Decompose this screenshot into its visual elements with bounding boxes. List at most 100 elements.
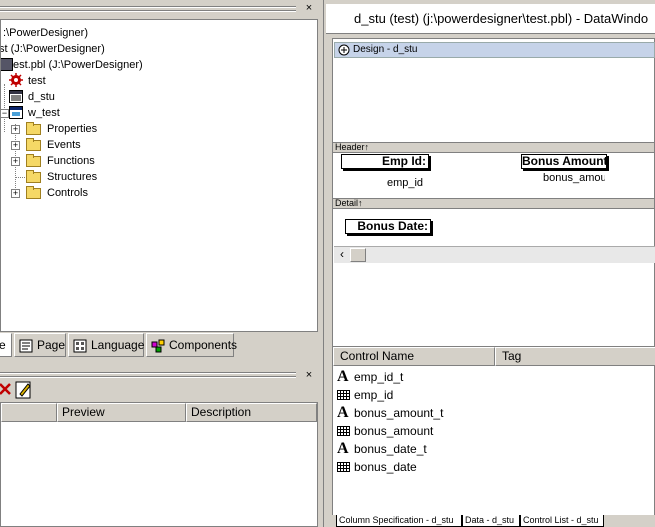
tree-item-functions[interactable]: Functions — [47, 153, 95, 169]
tree-item-label: Functions — [47, 155, 95, 167]
tab-label: Column Specification - d_stu — [339, 515, 454, 525]
column-header-blank[interactable] — [1, 403, 57, 422]
column-header-description[interactable]: Description — [186, 403, 317, 422]
tree-item-label: st (J:\PowerDesigner) — [0, 43, 105, 55]
tree-item-target[interactable]: st (J:\PowerDesigner) — [0, 41, 105, 57]
edit-icon[interactable] — [14, 380, 34, 400]
column-header-control-name[interactable]: Control Name — [333, 347, 495, 366]
painter-tab-strip: Column Specification - d_stu Data - d_st… — [332, 515, 655, 527]
tab-page[interactable]: Page — [14, 333, 66, 357]
column-header-tag[interactable]: Tag — [495, 347, 655, 366]
tree-item-workspace[interactable]: :\PowerDesigner) — [3, 25, 88, 41]
column-header-label: Control Name — [340, 349, 415, 363]
datawindow-icon — [9, 90, 23, 103]
tree-item-d-stu[interactable]: d_stu — [28, 89, 55, 105]
band-label: Header↑ — [335, 142, 370, 152]
back-icon[interactable] — [0, 380, 14, 400]
tab-data[interactable]: Data - d_stu — [462, 515, 520, 527]
library-tree[interactable]: :\PowerDesigner) st (J:\PowerDesigner) t… — [0, 19, 318, 332]
control-row[interactable]: A bonus_amount_t — [337, 404, 443, 422]
expand-icon[interactable]: + — [11, 125, 20, 134]
control-row[interactable]: bonus_amount — [337, 422, 433, 440]
library-icon — [1, 58, 13, 71]
tree-item-label: :\PowerDesigner) — [3, 27, 88, 39]
field-bonus-amount[interactable]: bonus_amou — [543, 172, 605, 185]
column-icon — [337, 426, 350, 436]
tree-item-controls[interactable]: Controls — [47, 185, 88, 201]
text-icon: A — [337, 440, 349, 457]
control-row[interactable]: A emp_id_t — [337, 368, 403, 386]
scroll-thumb[interactable] — [350, 248, 366, 262]
detail-band-bar[interactable]: Detail↑ — [333, 198, 654, 209]
design-view[interactable]: Header↑ Emp Id: Bonus Amount: emp_id bon… — [332, 38, 655, 352]
tree-item-events[interactable]: Events — [47, 137, 81, 153]
painter-title: d_stu (test) (j:\powerdesigner\test.pbl)… — [326, 4, 655, 34]
control-name: bonus_date_t — [354, 442, 427, 456]
control-name: emp_id_t — [354, 370, 404, 384]
tree-item-properties[interactable]: Properties — [47, 121, 97, 137]
tab-language[interactable]: Language — [68, 333, 144, 357]
label-bonus-date[interactable]: Bonus Date: — [345, 219, 431, 234]
control-name: emp_id — [354, 388, 394, 402]
column-header-preview[interactable]: Preview — [57, 403, 186, 422]
label-bonus-amount[interactable]: Bonus Amount: — [521, 154, 607, 169]
tree-item-label: d_stu — [28, 91, 55, 103]
tab-tree[interactable]: e — [0, 333, 12, 357]
column-header-label: Preview — [62, 405, 105, 419]
expand-icon[interactable]: + — [11, 157, 20, 166]
page-icon — [19, 338, 34, 353]
scroll-left-icon[interactable]: ‹ — [335, 248, 349, 262]
control-name: bonus_amount — [354, 424, 434, 438]
design-icon — [338, 44, 350, 56]
folder-icon — [26, 138, 41, 151]
close-icon[interactable]: × — [303, 3, 315, 15]
control-row[interactable]: A bonus_date_t — [337, 440, 427, 458]
folder-icon — [26, 186, 41, 199]
bottom-toolbar — [0, 378, 318, 402]
tree-item-label: w_test — [28, 107, 60, 119]
text-icon: A — [337, 368, 349, 385]
expand-icon[interactable]: + — [11, 189, 20, 198]
application-icon — [9, 73, 23, 87]
header-band-bar[interactable]: Header↑ — [333, 142, 654, 153]
label-emp-id[interactable]: Emp Id: — [341, 154, 429, 169]
tab-label: Language — [91, 338, 145, 352]
control-row[interactable]: emp_id — [337, 386, 393, 404]
panel-grip[interactable] — [0, 10, 296, 12]
column-header-label: Tag — [502, 349, 522, 363]
collapse-icon[interactable]: − — [1, 109, 9, 118]
folder-icon — [26, 154, 41, 167]
text-icon: A — [337, 404, 349, 421]
tree-item-test[interactable]: test — [28, 73, 46, 89]
tree-item-label: Events — [47, 139, 81, 151]
tab-label: e — [0, 338, 6, 352]
panel-grip[interactable] — [0, 372, 296, 374]
folder-icon — [26, 170, 41, 183]
tree-item-label: Controls — [47, 187, 88, 199]
tab-column-specification[interactable]: Column Specification - d_stu — [336, 515, 462, 527]
panel-grip[interactable] — [0, 6, 296, 8]
left-tab-strip: e Page Language Components — [0, 332, 318, 359]
tab-label: Components — [169, 338, 238, 352]
expand-icon[interactable]: + — [11, 141, 20, 150]
preview-list[interactable]: Preview Description — [0, 402, 318, 527]
column-icon — [337, 462, 350, 472]
tree-item-library[interactable]: test.pbl (J:\PowerDesigner) — [10, 57, 143, 73]
field-emp-id[interactable]: emp_id — [385, 177, 425, 190]
tree-item-w-test[interactable]: w_test — [28, 105, 60, 121]
tab-components[interactable]: Components — [146, 333, 238, 357]
tab-control-list[interactable]: Control List - d_stu — [520, 515, 604, 527]
design-caption-bar: Design - d_stu — [334, 42, 655, 58]
language-icon — [73, 338, 88, 353]
tab-label: Data - d_stu — [465, 515, 515, 525]
control-row[interactable]: bonus_date — [337, 458, 417, 476]
tree-item-label: test — [28, 75, 46, 87]
tree-item-label: Structures — [47, 171, 98, 183]
column-icon — [337, 390, 350, 400]
components-icon — [151, 338, 166, 353]
tree-item-structures[interactable]: Structures — [47, 169, 97, 185]
horizontal-scrollbar[interactable]: ‹ — [334, 246, 655, 263]
window-icon — [9, 106, 23, 119]
tree-connector — [15, 177, 25, 178]
control-list[interactable]: Control Name Tag A emp_id_t emp_id A bon… — [332, 346, 655, 516]
